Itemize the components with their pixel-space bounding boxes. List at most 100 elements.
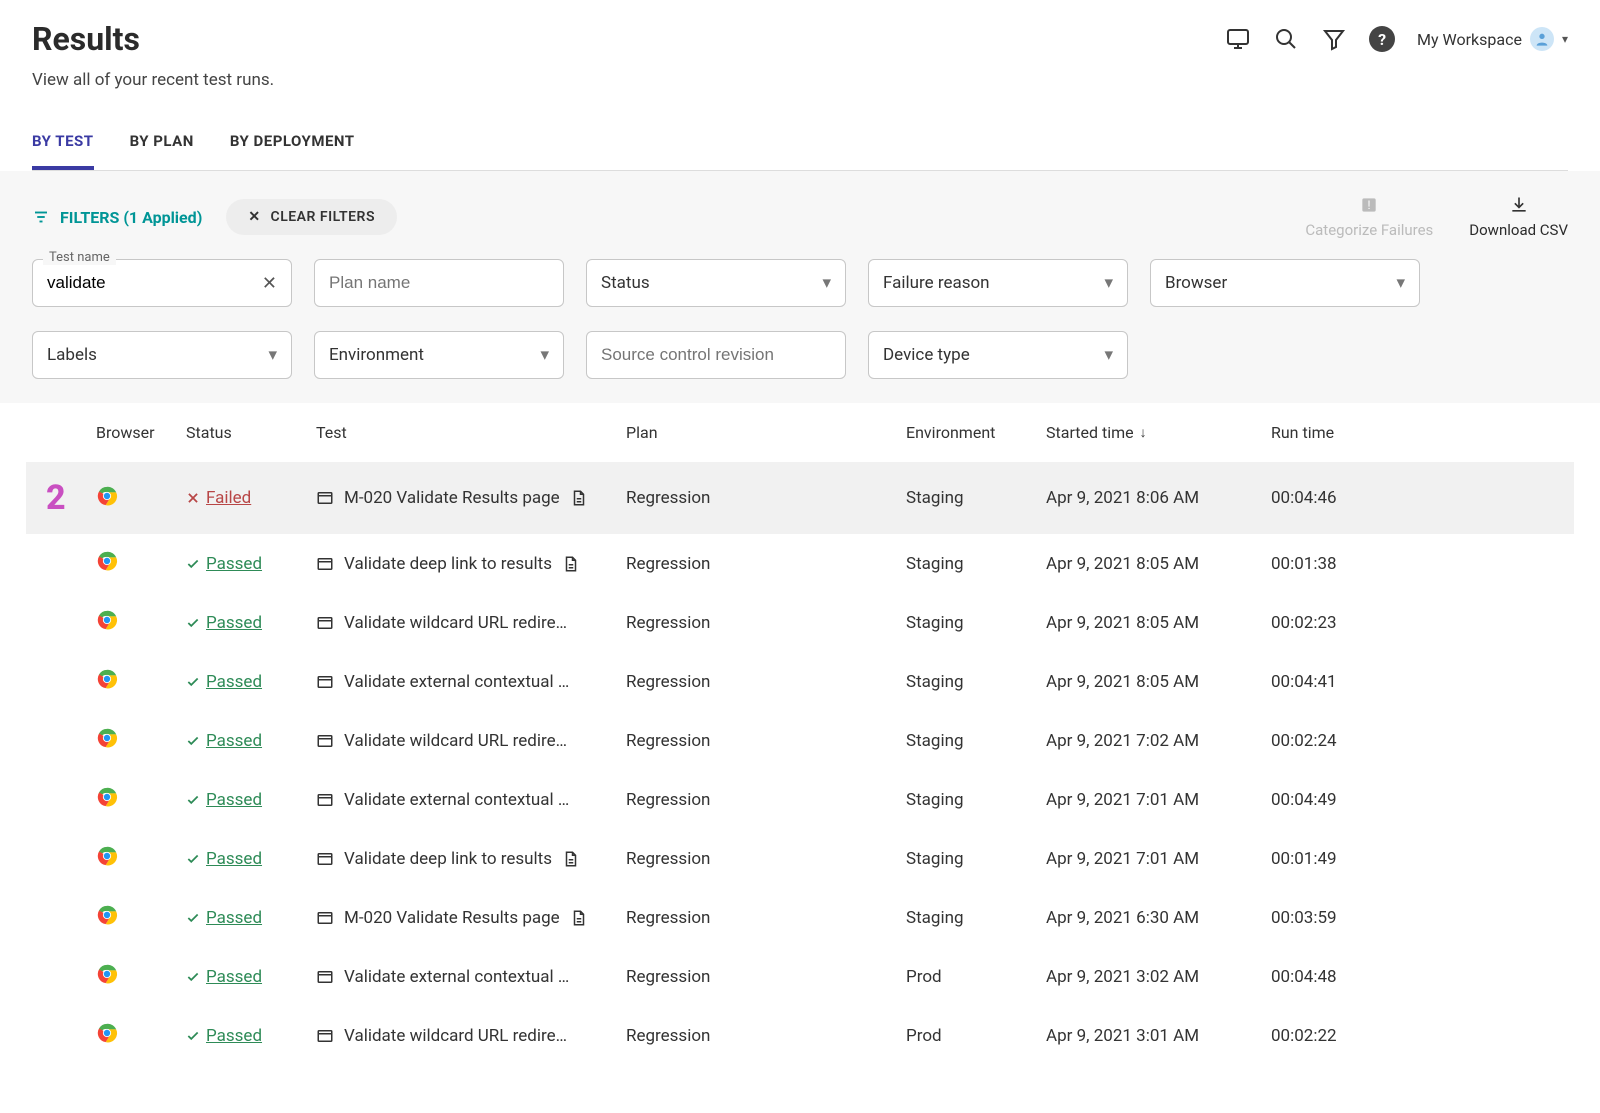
browser-cell xyxy=(96,609,186,636)
col-runtime[interactable]: Run time xyxy=(1271,423,1431,442)
runtime-cell: 00:02:22 xyxy=(1271,1026,1431,1046)
status-link[interactable]: Failed xyxy=(186,488,316,508)
document-icon xyxy=(562,555,580,573)
test-name[interactable]: M-020 Validate Results page xyxy=(344,908,560,928)
filter-fields-row-1: Test name ✕ Status ▾ Failure reason ▾ Br… xyxy=(0,249,1600,331)
title-area: Results View all of your recent test run… xyxy=(32,20,274,90)
env-cell: Prod xyxy=(906,1026,1046,1046)
table-row[interactable]: Passed M-020 Validate Results page Regre… xyxy=(26,888,1574,947)
search-icon[interactable] xyxy=(1273,26,1299,52)
page-title: Results xyxy=(32,20,274,58)
chevron-down-icon: ▾ xyxy=(540,345,549,365)
environment-dropdown[interactable]: Environment ▾ xyxy=(314,331,564,379)
source-revision-input[interactable] xyxy=(601,345,831,365)
document-icon xyxy=(562,850,580,868)
env-cell: Staging xyxy=(906,672,1046,692)
table-row[interactable]: Passed Validate wildcard URL redirects R… xyxy=(26,711,1574,770)
download-csv-button[interactable]: Download CSV xyxy=(1469,195,1568,239)
workspace-label: My Workspace xyxy=(1417,30,1522,49)
test-cell: M-020 Validate Results page xyxy=(316,488,626,508)
test-name[interactable]: Validate external contextual help xyxy=(344,672,574,692)
table-row[interactable]: Passed Validate wildcard URL redirects R… xyxy=(26,593,1574,652)
table-header: Browser Status Test Plan Environment Sta… xyxy=(26,403,1574,462)
runtime-cell: 00:02:23 xyxy=(1271,613,1431,633)
test-name-field[interactable]: Test name ✕ xyxy=(32,259,292,307)
status-link[interactable]: Passed xyxy=(186,672,316,692)
device-type-dropdown[interactable]: Device type ▾ xyxy=(868,331,1128,379)
status-link[interactable]: Passed xyxy=(186,1026,316,1046)
test-name[interactable]: Validate wildcard URL redirects xyxy=(344,731,574,751)
status-link[interactable]: Passed xyxy=(186,613,316,633)
failure-reason-dropdown[interactable]: Failure reason ▾ xyxy=(868,259,1128,307)
monitor-icon[interactable] xyxy=(1225,26,1251,52)
env-cell: Staging xyxy=(906,731,1046,751)
filter-icon[interactable] xyxy=(1321,26,1347,52)
test-name[interactable]: M-020 Validate Results page xyxy=(344,488,560,508)
page-subtitle: View all of your recent test runs. xyxy=(32,70,274,90)
plan-name-input[interactable] xyxy=(329,273,549,293)
status-link[interactable]: Passed xyxy=(186,731,316,751)
tab-by-plan[interactable]: BY PLAN xyxy=(130,132,194,170)
col-test[interactable]: Test xyxy=(316,423,626,442)
env-cell: Staging xyxy=(906,908,1046,928)
plan-cell: Regression xyxy=(626,613,906,633)
env-cell: Staging xyxy=(906,488,1046,508)
started-cell: Apr 9, 2021 6:30 AM xyxy=(1046,908,1271,928)
status-link[interactable]: Passed xyxy=(186,967,316,987)
window-icon xyxy=(316,1027,334,1045)
table-row[interactable]: Passed Validate external contextual help… xyxy=(26,947,1574,1006)
browser-cell xyxy=(96,485,186,512)
test-name[interactable]: Validate external contextual help xyxy=(344,790,574,810)
test-cell: Validate deep link to results xyxy=(316,554,626,574)
test-cell: Validate external contextual help xyxy=(316,967,626,987)
test-name[interactable]: Validate deep link to results xyxy=(344,554,552,574)
plan-name-field[interactable] xyxy=(314,259,564,307)
filters-bar: FILTERS (1 Applied) ✕ CLEAR FILTERS ! Ca… xyxy=(0,171,1600,249)
help-icon[interactable]: ? xyxy=(1369,26,1395,52)
status-link[interactable]: Passed xyxy=(186,790,316,810)
status-link[interactable]: Passed xyxy=(186,908,316,928)
runtime-cell: 00:04:48 xyxy=(1271,967,1431,987)
status-dropdown[interactable]: Status ▾ xyxy=(586,259,846,307)
env-cell: Staging xyxy=(906,613,1046,633)
test-name-input[interactable] xyxy=(47,273,262,293)
started-cell: Apr 9, 2021 8:05 AM xyxy=(1046,554,1271,574)
col-browser[interactable]: Browser xyxy=(96,423,186,442)
tabs: BY TEST BY PLAN BY DEPLOYMENT xyxy=(32,132,1568,171)
labels-dropdown[interactable]: Labels ▾ xyxy=(32,331,292,379)
test-name[interactable]: Validate wildcard URL redirects xyxy=(344,613,574,633)
chevron-down-icon: ▾ xyxy=(1104,345,1113,365)
categorize-failures-button[interactable]: ! Categorize Failures xyxy=(1305,195,1433,239)
table-row[interactable]: Passed Validate deep link to results Reg… xyxy=(26,829,1574,888)
env-cell: Prod xyxy=(906,967,1046,987)
window-icon xyxy=(316,555,334,573)
runtime-cell: 00:03:59 xyxy=(1271,908,1431,928)
filters-toggle[interactable]: FILTERS (1 Applied) xyxy=(32,208,202,227)
test-name[interactable]: Validate deep link to results xyxy=(344,849,552,869)
status-link[interactable]: Passed xyxy=(186,554,316,574)
test-name[interactable]: Validate external contextual help xyxy=(344,967,574,987)
source-revision-field[interactable] xyxy=(586,331,846,379)
browser-dropdown[interactable]: Browser ▾ xyxy=(1150,259,1420,307)
runtime-cell: 00:01:49 xyxy=(1271,849,1431,869)
table-row[interactable]: Passed Validate external contextual help… xyxy=(26,770,1574,829)
tab-by-deployment[interactable]: BY DEPLOYMENT xyxy=(230,132,355,170)
plan-cell: Regression xyxy=(626,672,906,692)
clear-filters-button[interactable]: ✕ CLEAR FILTERS xyxy=(226,199,397,235)
test-cell: Validate wildcard URL redirects xyxy=(316,731,626,751)
status-link[interactable]: Passed xyxy=(186,849,316,869)
table-row[interactable]: Passed Validate deep link to results Reg… xyxy=(26,534,1574,593)
browser-cell xyxy=(96,963,186,990)
table-row[interactable]: Passed Validate wildcard URL redirects R… xyxy=(26,1006,1574,1065)
chevron-down-icon: ▾ xyxy=(1396,273,1405,293)
col-plan[interactable]: Plan xyxy=(626,423,906,442)
table-row[interactable]: 2 Failed M-020 Validate Results page Reg… xyxy=(26,462,1574,534)
test-name[interactable]: Validate wildcard URL redirects xyxy=(344,1026,574,1046)
workspace-dropdown[interactable]: My Workspace ▾ xyxy=(1417,27,1568,51)
col-status[interactable]: Status xyxy=(186,423,316,442)
table-row[interactable]: Passed Validate external contextual help… xyxy=(26,652,1574,711)
col-started[interactable]: Started time ↓ xyxy=(1046,423,1271,442)
tab-by-test[interactable]: BY TEST xyxy=(32,132,94,170)
col-environment[interactable]: Environment xyxy=(906,423,1046,442)
clear-input-icon[interactable]: ✕ xyxy=(262,273,277,294)
